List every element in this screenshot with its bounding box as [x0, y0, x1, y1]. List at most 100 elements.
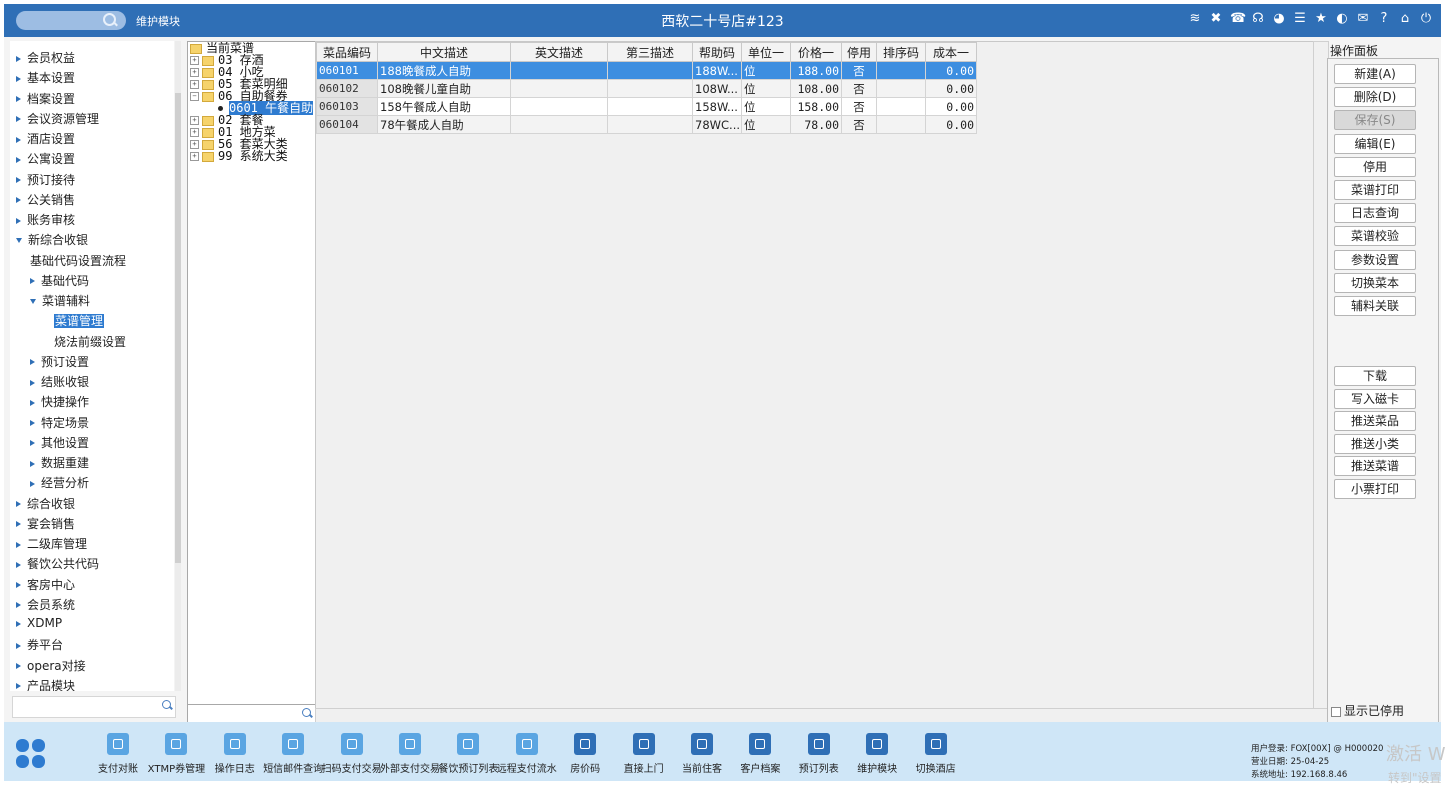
tools-icon[interactable]: ✖ [1209, 12, 1223, 26]
sidebar-item[interactable]: 综合收银 [16, 495, 75, 512]
sidebar-item[interactable]: 菜谱管理 [54, 312, 105, 329]
payment-reconcile-button[interactable]: 支付对账 [88, 733, 148, 775]
sidebar-item[interactable]: 菜谱辅料 [30, 292, 90, 309]
sidebar-item[interactable]: 会员系统 [16, 596, 75, 613]
column-header[interactable]: 成本一 [925, 42, 977, 62]
column-header[interactable]: 第三描述 [607, 42, 693, 62]
contrast-icon[interactable]: ◐ [1335, 12, 1349, 26]
sidebar-item[interactable]: 公关销售 [16, 191, 75, 208]
column-header[interactable]: 停用 [841, 42, 877, 62]
expand-icon[interactable]: + [190, 152, 199, 161]
expand-icon[interactable]: + [190, 80, 199, 89]
push-subcategory-button[interactable]: 推送小类 [1334, 433, 1416, 454]
switch-menu-book-button[interactable]: 切换菜本 [1334, 272, 1416, 293]
column-header[interactable]: 排序码 [876, 42, 926, 62]
power-icon[interactable]: ⏻ [1419, 12, 1433, 26]
mail-icon[interactable]: ✉ [1356, 12, 1370, 26]
menu-validate-button[interactable]: 菜谱校验 [1334, 226, 1416, 247]
write-card-button[interactable]: 写入磁卡 [1334, 388, 1416, 409]
log-query-button[interactable]: 日志查询 [1334, 203, 1416, 224]
disable-button[interactable]: 停用 [1334, 156, 1416, 177]
phone-icon[interactable]: ☎ [1230, 12, 1246, 26]
sidebar-item[interactable]: 新综合收银 [16, 231, 88, 248]
sidebar-item[interactable]: 预订接待 [16, 171, 75, 188]
expand-icon[interactable]: + [190, 140, 199, 149]
column-header[interactable]: 中文描述 [377, 42, 511, 62]
wifi-icon[interactable]: ≋ [1188, 12, 1202, 26]
sidebar-item[interactable]: XDMP [16, 616, 62, 630]
sidebar-item[interactable]: 基础代码 [30, 272, 89, 289]
sms-mail-query-button[interactable]: 短信邮件查询 [263, 733, 323, 775]
switch-hotel-button[interactable]: 切换酒店 [906, 733, 966, 775]
sidebar-item[interactable]: 特定场景 [30, 414, 89, 431]
push-menu-button[interactable]: 推送菜谱 [1334, 456, 1416, 477]
expand-icon[interactable]: + [190, 56, 199, 65]
sidebar-item[interactable]: 经营分析 [30, 474, 89, 491]
table-row[interactable]: 060102 108晚餐儿童自助 108W... 位 108.00 否 0.00 [316, 79, 977, 98]
column-header[interactable]: 菜品编码 [316, 42, 378, 62]
push-dishes-button[interactable]: 推送菜品 [1334, 411, 1416, 432]
external-pay-button[interactable]: 外部支付交易 [380, 733, 440, 775]
sidebar-item[interactable]: 客房中心 [16, 576, 75, 593]
star-icon[interactable]: ★ [1314, 12, 1328, 26]
sidebar-item[interactable]: 基本设置 [16, 69, 75, 86]
remote-pay-flow-button[interactable]: 远程支付流水 [497, 733, 557, 775]
receipt-print-button[interactable]: 小票打印 [1334, 479, 1416, 499]
operation-log-button[interactable]: 操作日志 [205, 733, 265, 775]
home-icon[interactable]: ⌂ [1398, 12, 1412, 26]
sidebar-item[interactable]: 预订设置 [30, 353, 89, 370]
sidebar-item[interactable]: 快捷操作 [30, 393, 89, 410]
headset-icon[interactable]: ☊ [1251, 12, 1265, 26]
tree-search-input[interactable] [187, 704, 316, 724]
checkbox-icon[interactable] [1331, 706, 1341, 717]
xtmp-coupon-button[interactable]: XTMP券管理 [146, 733, 206, 775]
ingredient-link-button[interactable]: 辅料关联 [1334, 296, 1416, 316]
save-button[interactable]: 保存(S) [1334, 110, 1416, 131]
param-settings-button[interactable]: 参数设置 [1334, 249, 1416, 270]
tree-node[interactable]: +99 系统大类 [190, 150, 288, 162]
menu-print-button[interactable]: 菜谱打印 [1334, 180, 1416, 200]
search-icon[interactable] [162, 700, 171, 709]
current-guests-button[interactable]: 当前住客 [672, 733, 732, 775]
sidebar-item[interactable]: 餐饮公共代码 [16, 555, 99, 572]
sidebar-item[interactable]: 档案设置 [16, 90, 75, 107]
expand-icon[interactable]: + [190, 68, 199, 77]
sidebar-item[interactable]: 数据重建 [30, 454, 89, 471]
expand-icon[interactable]: + [190, 116, 199, 125]
expand-icon[interactable]: + [190, 128, 199, 137]
booking-list-button[interactable]: 预订列表 [789, 733, 849, 775]
download-button[interactable]: 下载 [1334, 366, 1416, 386]
sidebar-item[interactable]: 会议资源管理 [16, 110, 99, 127]
sidebar-item[interactable]: 烧法前缀设置 [54, 333, 126, 350]
new-button[interactable]: 新建(A) [1334, 64, 1416, 84]
table-row[interactable]: 060103 158午餐成人自助 158W... 位 158.00 否 0.00 [316, 97, 977, 116]
sidebar-item[interactable]: opera对接 [16, 657, 86, 674]
show-disabled-checkbox[interactable]: 显示已停用 [1331, 702, 1404, 719]
walk-in-button[interactable]: 直接上门 [614, 733, 674, 775]
table-row[interactable]: 060101 188晚餐成人自助 188W... 位 188.00 否 0.00 [316, 61, 977, 80]
search-icon[interactable] [302, 708, 311, 717]
help-icon[interactable]: ? [1377, 12, 1391, 26]
sidebar-search-input[interactable] [12, 696, 176, 718]
sidebar-item[interactable]: 结账收银 [30, 373, 89, 390]
column-header[interactable]: 帮助码 [692, 42, 742, 62]
rate-code-button[interactable]: 房价码 [555, 733, 615, 775]
delete-button[interactable]: 删除(D) [1334, 87, 1416, 108]
sidebar-item[interactable]: 产品模块 [16, 677, 75, 691]
column-header[interactable]: 单位一 [741, 42, 791, 62]
dining-booking-list-button[interactable]: 餐饮预订列表 [438, 733, 498, 775]
edit-button[interactable]: 编辑(E) [1334, 133, 1416, 154]
sidebar-item[interactable]: 二级库管理 [16, 535, 87, 552]
collapse-icon[interactable]: − [190, 92, 199, 101]
palette-icon[interactable]: ◕ [1272, 12, 1286, 26]
maintenance-module-button[interactable]: 维护模块 [847, 733, 907, 775]
sidebar-item[interactable]: 账务审核 [16, 211, 75, 228]
menu-icon[interactable]: ☰ [1293, 12, 1307, 26]
sidebar-item[interactable]: 会员权益 [16, 49, 75, 66]
sidebar-scrollbar[interactable] [175, 41, 181, 691]
customer-profile-button[interactable]: 客户档案 [730, 733, 790, 775]
column-header[interactable]: 英文描述 [510, 42, 608, 62]
sidebar-item[interactable]: 券平台 [16, 636, 63, 653]
sidebar-item[interactable]: 其他设置 [30, 434, 89, 451]
sidebar-item[interactable]: 公寓设置 [16, 150, 75, 167]
